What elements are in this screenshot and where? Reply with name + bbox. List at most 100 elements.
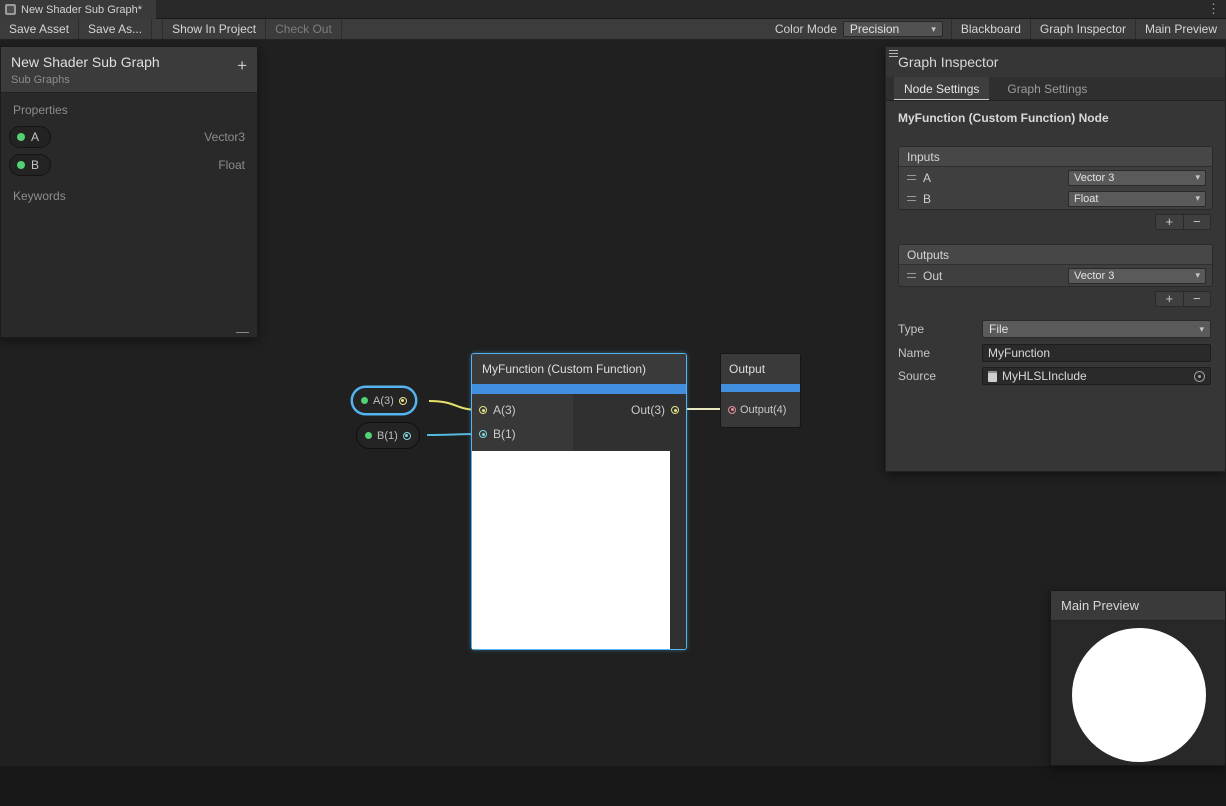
tab-node-settings[interactable]: Node Settings: [894, 77, 989, 100]
inputs-list: Inputs A Vector 3 ▾ B Float ▾: [898, 146, 1213, 210]
port-dot-vector3-icon[interactable]: [399, 397, 407, 405]
add-property-button[interactable]: +: [237, 56, 247, 76]
panel-menu-icon[interactable]: [889, 50, 898, 57]
color-mode-dropdown[interactable]: Precision ▾: [843, 21, 943, 37]
input-port-output[interactable]: Output(4): [721, 392, 800, 427]
remove-output-button[interactable]: −: [1184, 292, 1211, 306]
tab-bar: New Shader Sub Graph* ⋮: [0, 0, 1226, 19]
main-preview-toggle-button[interactable]: Main Preview: [1135, 19, 1226, 39]
properties-section-label: Properties: [1, 93, 257, 123]
input-name: B: [923, 192, 931, 206]
property-pill[interactable]: B: [9, 154, 51, 176]
tab-title: New Shader Sub Graph*: [21, 4, 142, 16]
output-name: Out: [923, 269, 942, 283]
check-out-button: Check Out: [266, 19, 342, 39]
output-type-dropdown[interactable]: Vector 3 ▾: [1068, 268, 1206, 284]
graph-inspector-toggle-button[interactable]: Graph Inspector: [1030, 19, 1135, 39]
node-accent-bar: [472, 384, 686, 394]
port-dot-float-icon[interactable]: [403, 432, 411, 440]
port-label: A(3): [493, 403, 516, 417]
drag-handle-icon[interactable]: [907, 175, 916, 180]
source-label: Source: [898, 369, 982, 383]
tab-graph-settings[interactable]: Graph Settings: [997, 77, 1097, 100]
property-pill[interactable]: A: [9, 126, 51, 148]
object-picker-icon[interactable]: [1194, 371, 1205, 382]
show-in-project-button[interactable]: Show In Project: [162, 19, 266, 39]
blackboard-header[interactable]: New Shader Sub Graph Sub Graphs +: [1, 47, 257, 93]
inspector-tabs: Node Settings Graph Settings: [886, 77, 1225, 101]
color-mode-label: Color Mode: [771, 22, 843, 36]
output-node[interactable]: Output Output(4): [720, 353, 801, 428]
type-dropdown[interactable]: File ▾: [982, 320, 1211, 338]
node-title[interactable]: Output: [721, 354, 800, 384]
drag-handle-icon[interactable]: [907, 273, 916, 278]
function-name-input[interactable]: [982, 344, 1211, 362]
property-row-a[interactable]: A Vector3: [1, 123, 257, 151]
input-port-a[interactable]: A(3): [472, 398, 573, 422]
source-object-field[interactable]: MyHLSLInclude: [982, 367, 1211, 385]
input-type-dropdown[interactable]: Float ▾: [1068, 191, 1206, 207]
output-ports-column: Out(3): [573, 394, 686, 451]
type-value: File: [989, 322, 1008, 336]
blackboard-title: New Shader Sub Graph: [11, 54, 247, 70]
chevron-down-icon: ▾: [1195, 173, 1200, 182]
toolbar: Save Asset Save As... Show In Project Ch…: [0, 19, 1226, 40]
output-row-out[interactable]: Out Vector 3 ▾: [899, 265, 1212, 286]
resize-handle[interactable]: [236, 332, 249, 333]
port-dot-vector4-icon[interactable]: [728, 406, 736, 414]
property-node-b[interactable]: B(1): [356, 422, 420, 449]
port-label: Output(4): [740, 404, 786, 416]
property-dot-icon: [17, 133, 25, 141]
input-row-b[interactable]: B Float ▾: [899, 188, 1212, 209]
input-port-b[interactable]: B(1): [472, 422, 573, 446]
source-value: MyHLSLInclude: [1002, 369, 1087, 383]
color-mode-value: Precision: [850, 22, 899, 36]
blackboard-subtitle: Sub Graphs: [11, 74, 247, 86]
property-node-a[interactable]: A(3): [352, 387, 416, 414]
output-type-value: Vector 3: [1074, 270, 1114, 282]
add-input-button[interactable]: +: [1156, 215, 1184, 229]
custom-function-node[interactable]: MyFunction (Custom Function) A(3) B(1) O…: [471, 353, 687, 650]
main-preview-header[interactable]: Main Preview: [1051, 591, 1225, 621]
node-accent-bar: [721, 384, 800, 392]
shader-subgraph-icon: [5, 4, 16, 15]
property-dot-icon: [365, 432, 372, 439]
graph-inspector-title: Graph Inspector: [898, 54, 998, 70]
property-dot-icon: [17, 161, 25, 169]
drag-handle-icon[interactable]: [907, 196, 916, 201]
graph-inspector-header[interactable]: Graph Inspector: [886, 47, 1225, 77]
inputs-list-header: Inputs: [899, 147, 1212, 167]
port-label: B(1): [493, 427, 516, 441]
type-label: Type: [898, 322, 982, 336]
selected-node-title: MyFunction (Custom Function) Node: [898, 111, 1109, 125]
input-row-a[interactable]: A Vector 3 ▾: [899, 167, 1212, 188]
property-row-b[interactable]: B Float: [1, 151, 257, 179]
document-tab[interactable]: New Shader Sub Graph*: [0, 0, 156, 19]
node-title[interactable]: MyFunction (Custom Function): [472, 354, 686, 384]
save-as-button[interactable]: Save As...: [79, 19, 152, 39]
node-preview-image: [472, 451, 670, 649]
name-field-row: Name: [898, 344, 1211, 362]
type-field-row: Type File ▾: [898, 320, 1211, 338]
remove-input-button[interactable]: −: [1184, 215, 1211, 229]
property-type: Float: [218, 158, 245, 172]
name-label: Name: [898, 346, 982, 360]
main-preview-panel: Main Preview: [1050, 590, 1226, 766]
save-asset-button[interactable]: Save Asset: [0, 19, 79, 39]
main-preview-viewport[interactable]: [1051, 621, 1225, 765]
chevron-down-icon: ▾: [931, 25, 936, 34]
input-ports-column: A(3) B(1): [472, 394, 573, 451]
chevron-down-icon: ▾: [1195, 271, 1200, 280]
input-type-dropdown[interactable]: Vector 3 ▾: [1068, 170, 1206, 186]
add-output-button[interactable]: +: [1156, 292, 1184, 306]
source-field-row: Source MyHLSLInclude: [898, 367, 1211, 385]
port-dot-vector3-icon[interactable]: [479, 406, 487, 414]
kebab-menu-icon[interactable]: ⋮: [1207, 1, 1220, 17]
outputs-add-remove: + −: [1155, 291, 1211, 307]
blackboard-toggle-button[interactable]: Blackboard: [951, 19, 1030, 39]
port-dot-vector3-icon[interactable]: [671, 406, 679, 414]
file-icon: [988, 371, 997, 382]
output-port-out[interactable]: Out(3): [573, 398, 686, 422]
port-dot-float-icon[interactable]: [479, 430, 487, 438]
inputs-add-remove: + −: [1155, 214, 1211, 230]
